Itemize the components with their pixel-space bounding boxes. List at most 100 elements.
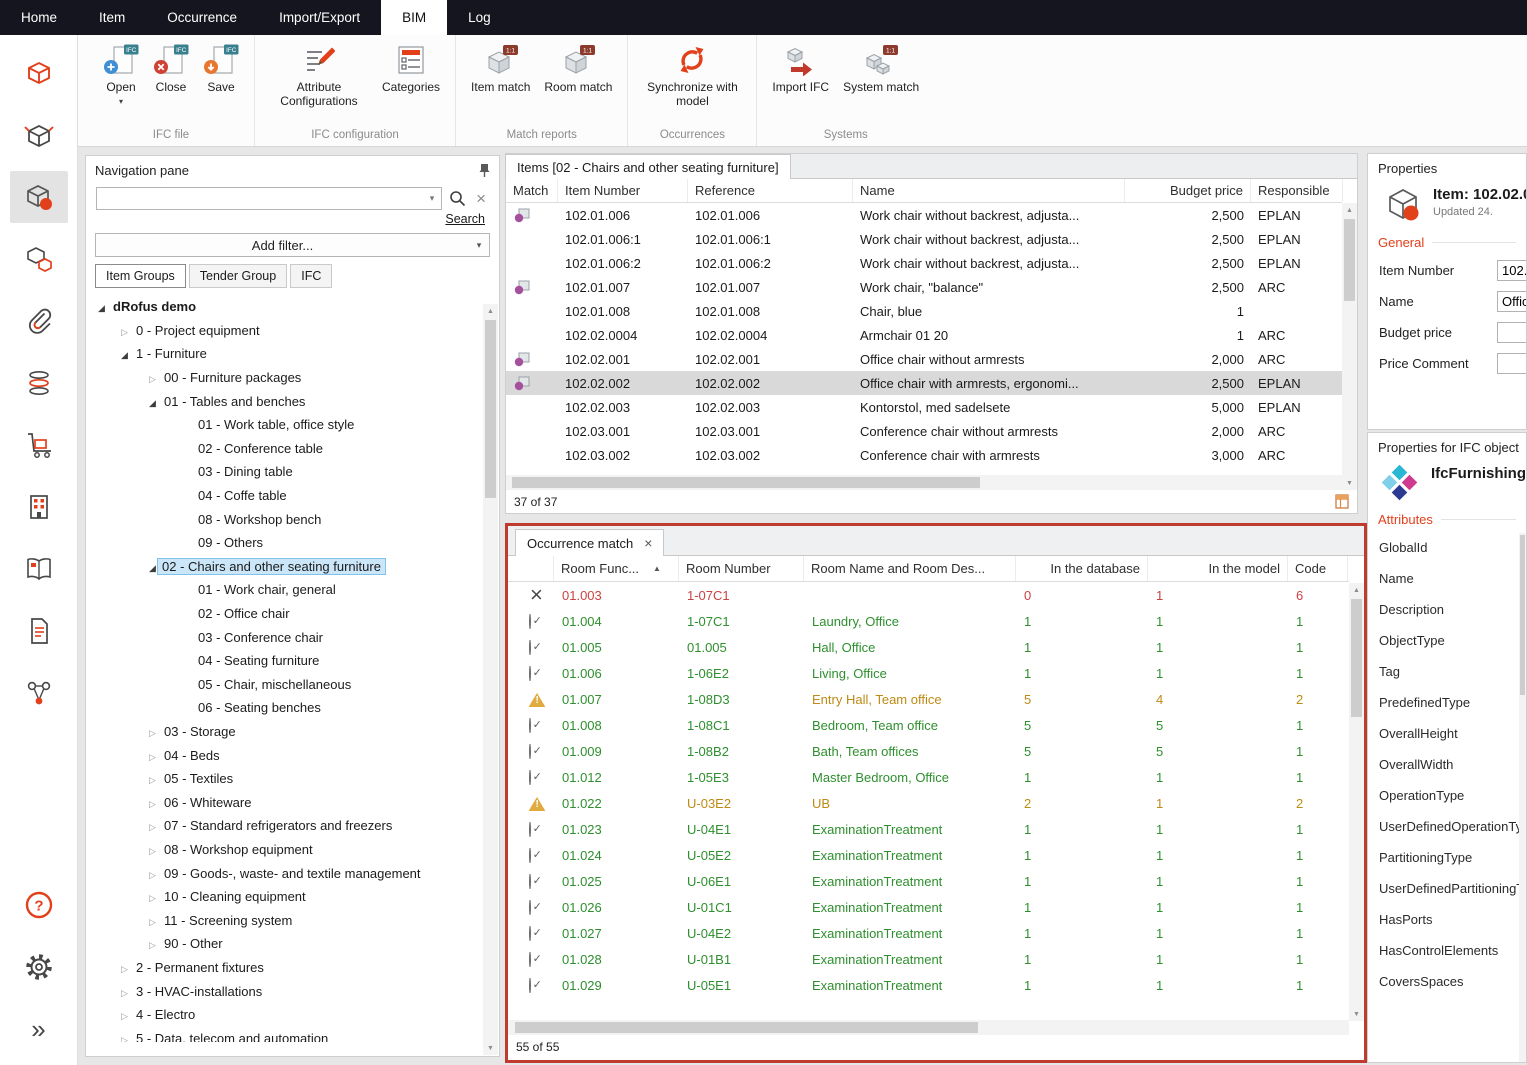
occurrence-row[interactable]: 01.026 U-01C1 ExaminationTreatment 1 1 1 xyxy=(508,894,1349,920)
occurrence-row[interactable]: 01.012 1-05E3 Master Bedroom, Office 1 1… xyxy=(508,764,1349,790)
navigation-tab[interactable]: Tender Group xyxy=(189,264,287,288)
property-field-input[interactable] xyxy=(1497,353,1527,374)
ifc-attribute-row[interactable]: CoversSpaces xyxy=(1368,966,1526,997)
tree-item[interactable]: 1 - Furniture xyxy=(86,342,499,366)
occurrence-row[interactable]: 01.028 U-01B1 ExaminationTreatment 1 1 1 xyxy=(508,946,1349,972)
column-header-responsible[interactable]: Responsible xyxy=(1251,179,1343,202)
tree-item[interactable]: 02 - Chairs and other seating furniture xyxy=(86,555,499,579)
item-row[interactable]: 102.01.007 102.01.007 Work chair, "balan… xyxy=(506,275,1342,299)
navigation-scrollbar[interactable]: ▲ ▼ xyxy=(483,304,498,1055)
search-icon[interactable] xyxy=(449,190,466,207)
menu-item[interactable]: Log xyxy=(447,0,512,35)
tree-expander-icon[interactable] xyxy=(144,771,161,786)
search-input[interactable] xyxy=(97,188,423,209)
tree-item[interactable]: 07 - Standard refrigerators and freezers xyxy=(86,814,499,838)
item-row[interactable]: 102.03.001 102.03.001 Conference chair w… xyxy=(506,419,1342,443)
tree-expander-icon[interactable] xyxy=(116,1031,133,1042)
data-module-button[interactable] xyxy=(10,357,68,409)
item-row[interactable]: 102.03.003 102.03.003 1 ARC xyxy=(506,467,1342,475)
occurrence-row[interactable]: 01.008 1-08C1 Bedroom, Team office 5 5 1 xyxy=(508,712,1349,738)
system-match-button[interactable]: 1:1 System match xyxy=(836,38,926,97)
column-header-budget-price[interactable]: Budget price xyxy=(1125,179,1251,202)
tree-item[interactable]: 4 - Electro xyxy=(86,1003,499,1027)
import-ifc-button[interactable]: Import IFC xyxy=(765,38,836,97)
occurrence-row[interactable]: 01.022 U-03E2 UB 2 1 2 xyxy=(508,790,1349,816)
scroll-down-icon[interactable]: ▼ xyxy=(1349,1007,1364,1021)
tree-expander-icon[interactable] xyxy=(116,1007,133,1022)
tree-expander-icon[interactable] xyxy=(144,370,161,385)
column-header-name[interactable]: Name xyxy=(853,179,1125,202)
ifc-attribute-row[interactable]: UserDefinedPartitioningType xyxy=(1368,873,1526,904)
scroll-up-icon[interactable]: ▲ xyxy=(1349,583,1364,597)
occurrence-row[interactable]: 01.024 U-05E2 ExaminationTreatment 1 1 1 xyxy=(508,842,1349,868)
column-header-room-name[interactable]: Room Name and Room Des... xyxy=(804,556,1016,581)
tree-item[interactable]: 03 - Conference chair xyxy=(86,625,499,649)
occurrence-match-tab[interactable]: Occurrence match × xyxy=(515,529,664,556)
tree-item[interactable]: 0 - Project equipment xyxy=(86,319,499,343)
item-row[interactable]: 102.01.006:1 102.01.006:1 Work chair wit… xyxy=(506,227,1342,251)
column-header-room-number[interactable]: Room Number xyxy=(679,556,804,581)
tree-item[interactable]: 06 - Seating benches xyxy=(86,696,499,720)
tree-expander-icon[interactable] xyxy=(144,724,161,739)
occurrence-row[interactable]: 01.009 1-08B2 Bath, Team offices 5 5 1 xyxy=(508,738,1349,764)
tree-expander-icon[interactable] xyxy=(116,323,133,338)
occurrence-row[interactable]: 01.025 U-06E1 ExaminationTreatment 1 1 1 xyxy=(508,868,1349,894)
ifc-attribute-row[interactable]: PartitioningType xyxy=(1368,842,1526,873)
tree-expander-icon[interactable] xyxy=(144,394,161,409)
item-row[interactable]: 102.01.008 102.01.008 Chair, blue 1 xyxy=(506,299,1342,323)
scroll-up-icon[interactable]: ▲ xyxy=(1342,203,1357,217)
menu-item[interactable]: Import/Export xyxy=(258,0,381,35)
tree-item[interactable]: 01 - Work table, office style xyxy=(86,413,499,437)
tree-item[interactable]: 02 - Office chair xyxy=(86,602,499,626)
tree-expander-icon[interactable] xyxy=(144,936,161,951)
tree-item[interactable]: 08 - Workshop bench xyxy=(86,507,499,531)
scroll-down-icon[interactable]: ▼ xyxy=(483,1041,498,1055)
navigation-tab[interactable]: Item Groups xyxy=(95,264,186,288)
tree-item[interactable]: 06 - Whiteware xyxy=(86,790,499,814)
room-function-module-button[interactable] xyxy=(10,109,68,161)
column-header-match[interactable]: Match xyxy=(506,179,558,202)
menu-item[interactable]: Occurrence xyxy=(146,0,258,35)
occurrence-row[interactable]: 01.029 U-05E1 ExaminationTreatment 1 1 1 xyxy=(508,972,1349,998)
tree-expander-icon[interactable] xyxy=(144,842,161,857)
save-button[interactable]: IFC Save xyxy=(196,38,246,97)
items-module-button[interactable] xyxy=(10,171,68,223)
attributes-scrollbar[interactable] xyxy=(1519,533,1526,1062)
menu-item[interactable]: BIM xyxy=(381,0,447,35)
pin-icon[interactable] xyxy=(479,163,490,178)
tree-item[interactable]: 2 - Permanent fixtures xyxy=(86,956,499,980)
column-header-in-model[interactable]: In the model xyxy=(1148,556,1288,581)
settings-button[interactable] xyxy=(10,941,68,993)
search-options-chevron-icon[interactable]: ▾ xyxy=(423,193,441,204)
room-match-button[interactable]: 1:1 Room match xyxy=(537,38,619,97)
close-button[interactable]: IFC Close xyxy=(146,38,196,97)
categories-button[interactable]: Categories xyxy=(375,38,447,97)
tree-expander-icon[interactable] xyxy=(144,913,161,928)
column-header-code[interactable]: Code xyxy=(1288,556,1348,581)
tree-item[interactable]: 05 - Chair, mischellaneous xyxy=(86,673,499,697)
attribute-configurations-button[interactable]: Attribute Configurations xyxy=(263,38,375,111)
item-row[interactable]: 102.02.002 102.02.002 Office chair with … xyxy=(506,371,1342,395)
tree-item[interactable]: 04 - Beds xyxy=(86,743,499,767)
item-row[interactable]: 102.01.006 102.01.006 Work chair without… xyxy=(506,203,1342,227)
help-button[interactable]: ? xyxy=(10,879,68,931)
ifc-attribute-row[interactable]: Description xyxy=(1368,594,1526,625)
occurrence-vertical-scrollbar[interactable]: ▲ ▼ xyxy=(1349,583,1364,1021)
tree-expander-icon[interactable] xyxy=(144,818,161,833)
attachments-module-button[interactable] xyxy=(10,295,68,347)
scroll-down-icon[interactable]: ▼ xyxy=(1342,476,1357,490)
occurrence-row[interactable]: 01.006 1-06E2 Living, Office 1 1 1 xyxy=(508,660,1349,686)
item-row[interactable]: 102.01.006:2 102.01.006:2 Work chair wit… xyxy=(506,251,1342,275)
rooms-module-button[interactable] xyxy=(10,47,68,99)
close-tab-icon[interactable]: × xyxy=(644,536,652,550)
tree-item[interactable]: 09 - Goods-, waste- and textile manageme… xyxy=(86,861,499,885)
add-filter-dropdown[interactable]: Add filter... ▾ xyxy=(95,233,490,257)
occurrence-row[interactable]: 01.003 1-07C1 0 1 6 xyxy=(508,582,1349,608)
tree-item[interactable]: 09 - Others xyxy=(86,531,499,555)
tree-item[interactable]: 03 - Dining table xyxy=(86,460,499,484)
report-layout-icon[interactable] xyxy=(1335,494,1349,509)
tree-expander-icon[interactable] xyxy=(144,889,161,904)
tree-item[interactable]: 05 - Textiles xyxy=(86,767,499,791)
tree-expander-icon[interactable] xyxy=(144,866,161,881)
clear-search-icon[interactable]: × xyxy=(473,190,489,207)
